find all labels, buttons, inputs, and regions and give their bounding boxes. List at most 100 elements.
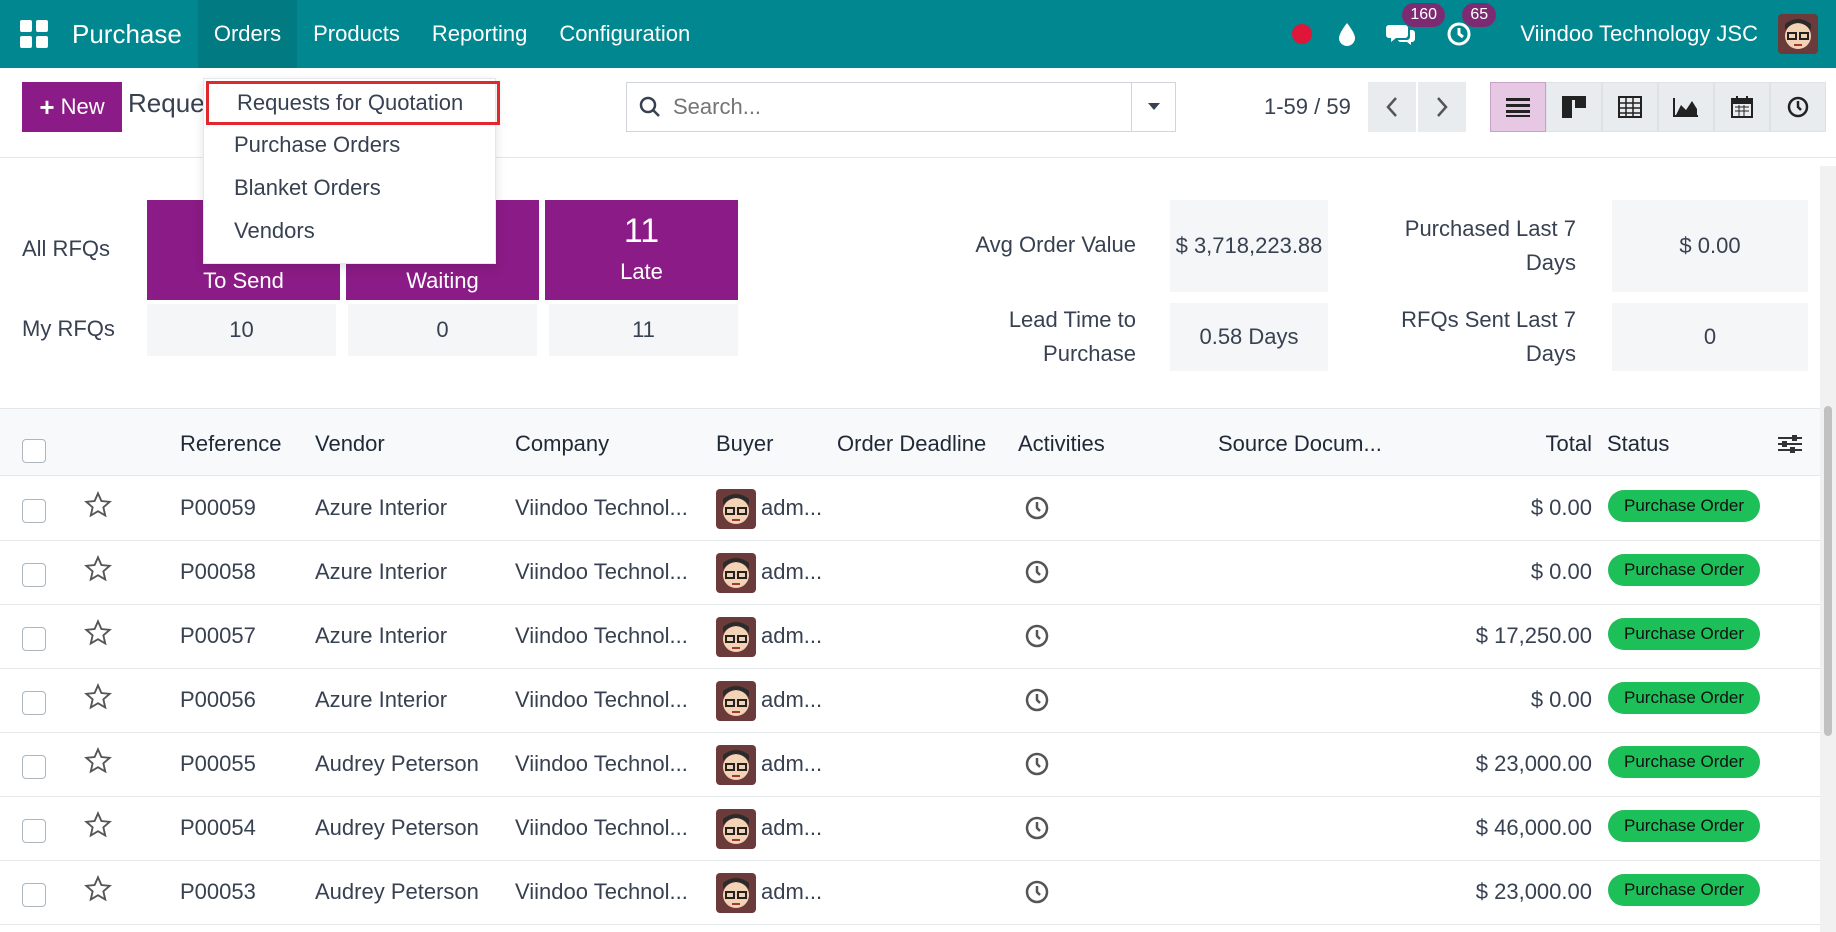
cell-total: $ 46,000.00 — [1475, 815, 1592, 840]
calendar-view-button[interactable] — [1714, 82, 1770, 132]
menu-reporting[interactable]: Reporting — [416, 0, 543, 68]
header-activities[interactable]: Activities — [1018, 431, 1105, 457]
table-row[interactable]: P00057 Azure Interior Viindoo Technol... ad… — [0, 605, 1820, 669]
row-checkbox[interactable] — [22, 883, 46, 907]
kanban-view-button[interactable] — [1546, 82, 1602, 132]
activity-clock-icon[interactable] — [1024, 879, 1050, 911]
list-icon — [1506, 98, 1530, 117]
activity-clock-icon[interactable]: 65 — [1446, 3, 1497, 47]
status-badge: Purchase Order — [1608, 746, 1760, 778]
favorite-star-icon[interactable] — [84, 811, 112, 845]
header-buyer[interactable]: Buyer — [716, 431, 773, 457]
activity-view-button[interactable] — [1770, 82, 1826, 132]
table-row[interactable]: P00059 Azure Interior Viindoo Technol... ad… — [0, 477, 1820, 541]
favorite-star-icon[interactable] — [84, 555, 112, 589]
list-view-button[interactable] — [1490, 82, 1546, 132]
select-all-checkbox[interactable] — [22, 439, 46, 463]
drop-icon[interactable] — [1338, 22, 1356, 46]
header-reference[interactable]: Reference — [180, 431, 282, 457]
kanban-icon — [1562, 96, 1586, 118]
activity-clock-icon[interactable] — [1024, 815, 1050, 847]
header-company[interactable]: Company — [515, 431, 609, 457]
scrollbar-thumb[interactable] — [1824, 406, 1832, 736]
activity-clock-icon[interactable] — [1024, 495, 1050, 527]
status-badge: Purchase Order — [1608, 810, 1760, 842]
cell-reference: P00055 — [180, 751, 256, 776]
table-row[interactable]: P00056 Azure Interior Viindoo Technol... ad… — [0, 669, 1820, 733]
header-source-document[interactable]: Source Docum... — [1218, 431, 1382, 457]
table-row[interactable]: P00053 Audrey Peterson Viindoo Technol... a… — [0, 861, 1820, 925]
buyer-avatar — [716, 617, 756, 657]
favorite-star-icon[interactable] — [84, 875, 112, 909]
my-rfqs-label: My RFQs — [22, 316, 115, 341]
menu-requests-for-quotation[interactable]: Requests for Quotation — [206, 81, 500, 125]
lead-time-label-line2: Purchase — [1043, 341, 1136, 366]
cell-buyer: adm... — [761, 751, 823, 776]
favorite-star-icon[interactable] — [84, 491, 112, 525]
status-badge: Purchase Order — [1608, 682, 1760, 714]
buyer-avatar — [716, 681, 756, 721]
company-switcher[interactable]: Viindoo Technology JSC — [1520, 21, 1758, 47]
pager-value[interactable]: 1-59 / 59 — [1264, 94, 1351, 120]
all-rfqs-label: All RFQs — [22, 236, 110, 261]
row-checkbox[interactable] — [22, 755, 46, 779]
favorite-star-icon[interactable] — [84, 619, 112, 653]
menu-purchase-orders[interactable]: Purchase Orders — [204, 125, 495, 165]
search-input[interactable] — [673, 94, 1113, 120]
header-status[interactable]: Status — [1607, 431, 1669, 457]
row-checkbox[interactable] — [22, 691, 46, 715]
pager-next-button[interactable] — [1418, 82, 1466, 132]
menu-blanket-orders[interactable]: Blanket Orders — [204, 168, 495, 208]
caret-down-icon — [1147, 103, 1160, 110]
optional-columns-icon[interactable] — [1778, 433, 1802, 461]
table-row[interactable]: P00055 Audrey Peterson Viindoo Technol... a… — [0, 733, 1820, 797]
cell-company: Viindoo Technol... — [515, 751, 688, 776]
cell-company: Viindoo Technol... — [515, 879, 688, 904]
my-rfqs-waiting[interactable]: 0 — [348, 304, 537, 356]
activity-clock-icon[interactable] — [1024, 623, 1050, 655]
app-name[interactable]: Purchase — [72, 19, 182, 50]
activity-clock-icon[interactable] — [1024, 751, 1050, 783]
activity-clock-icon[interactable] — [1024, 687, 1050, 719]
menu-configuration[interactable]: Configuration — [543, 0, 706, 68]
tile-late[interactable]: 11 Late — [545, 200, 738, 300]
row-checkbox[interactable] — [22, 499, 46, 523]
chat-icon[interactable]: 160 — [1386, 3, 1446, 47]
pager-previous-button[interactable] — [1368, 82, 1416, 132]
tile-late-number: 11 — [623, 212, 660, 250]
table-row[interactable]: P00058 Azure Interior Viindoo Technol... ad… — [0, 541, 1820, 605]
vertical-scrollbar[interactable] — [1820, 166, 1836, 932]
favorite-star-icon[interactable] — [84, 683, 112, 717]
search-options-toggle[interactable] — [1131, 83, 1175, 131]
pivot-view-button[interactable] — [1602, 82, 1658, 132]
row-checkbox[interactable] — [22, 627, 46, 651]
header-vendor[interactable]: Vendor — [315, 431, 385, 457]
cell-reference: P00056 — [180, 687, 256, 712]
row-checkbox[interactable] — [22, 819, 46, 843]
buyer-avatar — [716, 745, 756, 785]
cell-company: Viindoo Technol... — [515, 495, 688, 520]
row-checkbox[interactable] — [22, 563, 46, 587]
header-order-deadline[interactable]: Order Deadline — [837, 431, 986, 457]
apps-grid-icon[interactable] — [20, 20, 48, 48]
menu-products[interactable]: Products — [297, 0, 416, 68]
search-bar[interactable] — [626, 82, 1176, 132]
area-chart-icon — [1673, 98, 1698, 117]
menu-orders[interactable]: Orders — [197, 0, 298, 68]
table-row[interactable]: P00054 Audrey Peterson Viindoo Technol... a… — [0, 797, 1820, 861]
my-rfqs-late[interactable]: 11 — [549, 304, 738, 356]
buyer-avatar — [716, 489, 756, 529]
my-rfqs-to-send[interactable]: 10 — [147, 304, 336, 356]
activity-clock-icon[interactable] — [1024, 559, 1050, 591]
cell-total: $ 0.00 — [1530, 559, 1592, 584]
menu-vendors[interactable]: Vendors — [204, 211, 495, 251]
chevron-right-icon — [1437, 97, 1448, 117]
graph-view-button[interactable] — [1658, 82, 1714, 132]
user-avatar[interactable] — [1778, 14, 1818, 54]
cell-total: $ 0.00 — [1530, 495, 1592, 520]
cell-vendor: Audrey Peterson — [315, 815, 479, 840]
header-total[interactable]: Total — [1500, 431, 1592, 457]
favorite-star-icon[interactable] — [84, 747, 112, 781]
recording-dot-icon[interactable] — [1292, 24, 1313, 44]
new-button[interactable]: + New — [22, 82, 122, 132]
